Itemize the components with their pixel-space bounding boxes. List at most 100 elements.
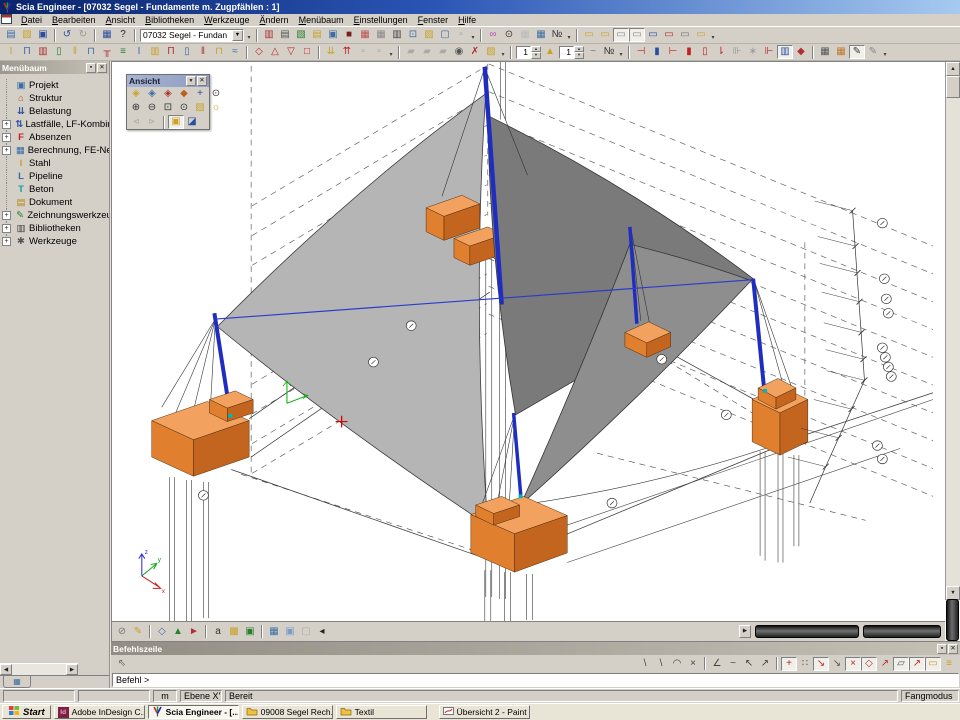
- menu-ndern[interactable]: Ändern: [255, 15, 294, 25]
- move-down-icon[interactable]: ⇊: [323, 45, 339, 59]
- menu-menbaum[interactable]: Menübaum: [294, 15, 349, 25]
- delete-icon[interactable]: ✗: [467, 45, 483, 59]
- toolbar-overflow-icon[interactable]: ▾: [617, 45, 625, 59]
- collapse-strip-button[interactable]: ◂: [314, 625, 330, 639]
- member-tool-icon-6[interactable]: ⊓: [83, 45, 99, 59]
- snap-extend-icon[interactable]: ↗: [757, 657, 773, 671]
- menu-einstellungen[interactable]: Einstellungen: [349, 15, 413, 25]
- snap-arc-icon[interactable]: ◠: [669, 657, 685, 671]
- wall-element-icon-6[interactable]: ▭: [661, 28, 677, 42]
- wall-element-icon-1[interactable]: ▭: [581, 28, 597, 42]
- snap-arc-center-icon[interactable]: ↗: [909, 657, 925, 671]
- taskbar-task-adobeindesignc[interactable]: IdAdobe InDesign C...: [54, 705, 145, 719]
- sidebar-item-struktur[interactable]: ⌂Struktur: [0, 92, 109, 105]
- expand-right-icon[interactable]: ▶: [739, 625, 751, 638]
- small-tool-icon-1[interactable]: ▫: [355, 45, 371, 59]
- paste-icon[interactable]: ▣: [325, 28, 341, 42]
- load-tool-icon-8[interactable]: ∗: [745, 45, 761, 59]
- zoom-selection-icon[interactable]: ⊙: [176, 101, 192, 115]
- toolbar-overflow-icon[interactable]: ▾: [245, 28, 253, 42]
- member-tool-icon-13[interactable]: ‖: [195, 45, 211, 59]
- document-gray-icon[interactable]: ▫: [453, 28, 469, 42]
- clipboard-icon[interactable]: ▤: [309, 28, 325, 42]
- member-tool-icon-4[interactable]: ▯: [51, 45, 67, 59]
- gallery-icon[interactable]: ▧: [293, 28, 309, 42]
- wall-element-icon-8[interactable]: ▭: [693, 28, 709, 42]
- wall-element-icon-3[interactable]: ▭: [613, 28, 629, 42]
- taskbar-task-bersicht2paint[interactable]: Übersicht 2 - Paint: [439, 705, 530, 719]
- load-point-icon[interactable]: ◆: [793, 45, 809, 59]
- annotate-icon[interactable]: ✎: [849, 45, 865, 59]
- docked-bar-1[interactable]: [755, 625, 859, 638]
- member-tool-icon-1[interactable]: I: [3, 45, 19, 59]
- snap-lines-icon[interactable]: ≡: [941, 657, 957, 671]
- small-tool-icon-2[interactable]: ▫: [371, 45, 387, 59]
- grid-icon[interactable]: ▦: [373, 28, 389, 42]
- snap-tangent-icon[interactable]: ↗: [877, 657, 893, 671]
- member-tool-icon-12[interactable]: ▯: [179, 45, 195, 59]
- pan-icon[interactable]: +: [192, 87, 208, 101]
- model-viewport[interactable]: z y x Ansicht ▼ ✕ ◈◈◈◆+⊙⊕⊖⊡⊙▨☼◃▹▣◪ ▲ ▼: [111, 61, 960, 642]
- snap-orthogonal-icon[interactable]: ◇: [861, 657, 877, 671]
- mdi-child-icon[interactable]: [1, 14, 12, 26]
- taskbar-task-textil[interactable]: Textil: [336, 705, 427, 719]
- results-icon[interactable]: ▲: [170, 625, 186, 639]
- docked-bar-vertical[interactable]: [946, 599, 959, 641]
- sidebar-item-werkzeuge[interactable]: +✱Werkzeuge: [0, 235, 109, 248]
- previous-view-icon[interactable]: ◃: [128, 115, 144, 129]
- snap-grid-icon[interactable]: ∷: [797, 657, 813, 671]
- wire-tool-icon-3[interactable]: ▽: [283, 45, 299, 59]
- scale-up-icon[interactable]: ▲: [542, 45, 558, 59]
- next-view-icon[interactable]: ▹: [144, 115, 160, 129]
- snap-curve-icon[interactable]: ~: [725, 657, 741, 671]
- wave-icon[interactable]: ~: [585, 45, 601, 59]
- zoom-all-icon[interactable]: ⊡: [160, 101, 176, 115]
- sketch-icon[interactable]: ✎: [130, 625, 146, 639]
- member-tool-icon-11[interactable]: Π: [163, 45, 179, 59]
- expand-icon[interactable]: +: [2, 237, 11, 246]
- scroll-down-icon[interactable]: ▼: [946, 586, 960, 600]
- folder-icon[interactable]: ▨: [483, 45, 499, 59]
- load-tool-icon-4[interactable]: ▮: [681, 45, 697, 59]
- database-icon[interactable]: ■: [341, 28, 357, 42]
- grid-light-icon[interactable]: ▦: [517, 28, 533, 42]
- picture-icon[interactable]: ▣: [282, 625, 298, 639]
- member-tool-icon-8[interactable]: ≡: [115, 45, 131, 59]
- pin-icon[interactable]: ▪: [86, 63, 96, 73]
- snap-dot-grid-icon[interactable]: ▭: [925, 657, 941, 671]
- expand-icon[interactable]: +: [2, 120, 11, 129]
- annotate-gray-icon[interactable]: ✎: [865, 45, 881, 59]
- member-tool-icon-3[interactable]: ▥: [35, 45, 51, 59]
- sidebar-item-stahl[interactable]: IStahl: [0, 157, 109, 170]
- docked-bar-2[interactable]: [863, 625, 941, 638]
- undo-button[interactable]: ↺: [59, 28, 75, 42]
- menu-hilfe[interactable]: Hilfe: [453, 15, 481, 25]
- toolbar-overflow-icon[interactable]: ▾: [499, 45, 507, 59]
- member-tool-icon-10[interactable]: ▥: [147, 45, 163, 59]
- vscroll-thumb[interactable]: [946, 76, 960, 98]
- labels-icon[interactable]: a: [210, 625, 226, 639]
- sidebar-item-zeichnungswerkzeug[interactable]: +✎Zeichnungswerkzeuge: [0, 209, 109, 222]
- taskbar-task-sciaengineer[interactable]: Scia Engineer - [...: [148, 705, 239, 719]
- sidebar-item-pipeline[interactable]: LPipeline: [0, 170, 109, 183]
- member-tool-icon-7[interactable]: ╥: [99, 45, 115, 59]
- load-tool-icon-3[interactable]: ⊢: [665, 45, 681, 59]
- wall-element-icon-4[interactable]: ▭: [629, 28, 645, 42]
- command-input[interactable]: [112, 673, 959, 687]
- snap-midpoint-icon[interactable]: ↘: [829, 657, 845, 671]
- member-tool-icon-2[interactable]: Π: [19, 45, 35, 59]
- sidebar-item-projekt[interactable]: ▣Projekt: [0, 79, 109, 92]
- menu-datei[interactable]: Datei: [16, 15, 47, 25]
- start-button[interactable]: Start: [2, 705, 51, 719]
- view-z-icon[interactable]: ◈: [160, 87, 176, 101]
- scroll-left-icon[interactable]: ◀: [0, 664, 12, 675]
- move-up-icon[interactable]: ⇈: [339, 45, 355, 59]
- snap-surface-icon[interactable]: ▱: [893, 657, 909, 671]
- scroll-up-icon[interactable]: ▲: [946, 62, 960, 76]
- wire-tool-icon-4[interactable]: □: [299, 45, 315, 59]
- member-tool-icon-14[interactable]: ⊓: [211, 45, 227, 59]
- expand-icon[interactable]: +: [2, 224, 11, 233]
- toolbar-overflow-icon[interactable]: ▾: [387, 45, 395, 59]
- shading-icon[interactable]: ◪: [184, 115, 200, 129]
- member-tool-icon-9[interactable]: I: [131, 45, 147, 59]
